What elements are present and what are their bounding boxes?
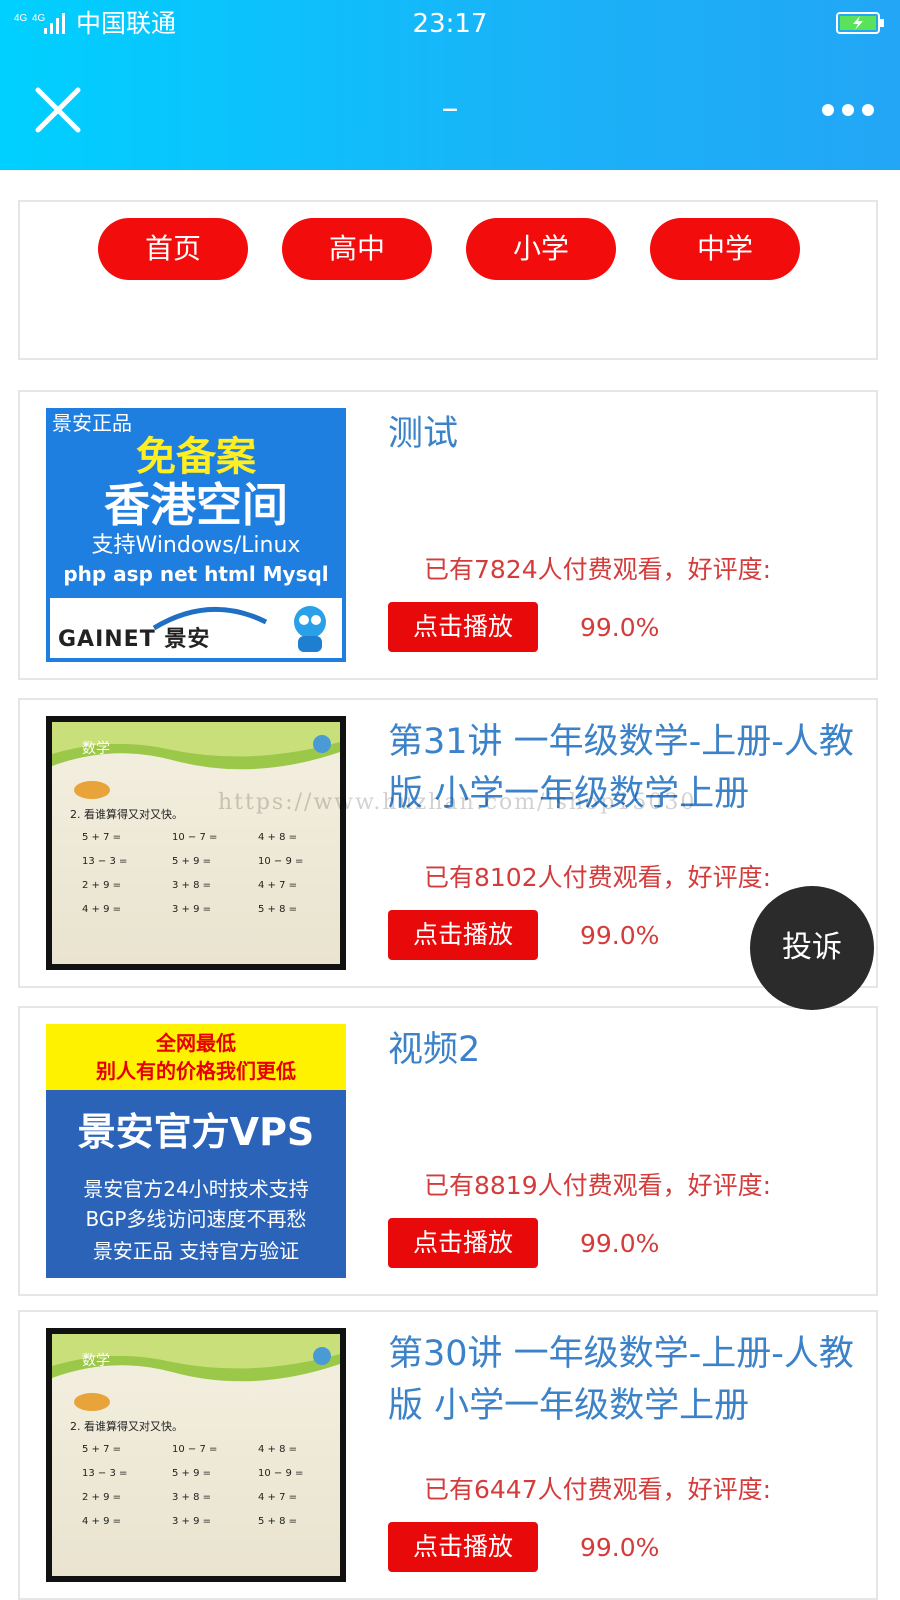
play-button[interactable]: 点击播放 [388,1218,538,1268]
worksheet-question: 2. 看谁算得又对又快。 [70,808,183,821]
rating-value: 99.0% [580,1533,660,1562]
ad-headline: 香港空间 [104,478,288,532]
rating-value: 99.0% [580,921,660,950]
category-primary-school-button[interactable]: 小学 [466,218,616,280]
ad-logo: GAINET 景安 [50,598,342,658]
video-thumbnail[interactable]: 数学 2. 看谁算得又对又快。 5 + 7 = 10 − 7 = 4 + 8 =… [46,716,346,970]
equation: 3 + 8 = [172,880,212,891]
rating-value: 99.0% [580,1229,660,1258]
video-card[interactable]: 数学 2. 看谁算得又对又快。 5 + 7 = 10 − 7 = 4 + 8 =… [18,1310,878,1600]
ad-text: 别人有的价格我们更低 [96,1059,296,1083]
equation: 3 + 8 = [172,1492,212,1503]
worksheet-subject: 数学 [82,1353,110,1369]
watermark: https://www.huzhan.com/ishop15030 [218,790,697,815]
ad-text: 景安正品 支持官方验证 [92,1239,300,1263]
mascot-icon [294,606,326,652]
video-card[interactable]: 景安正品 免备案 香港空间 支持Windows/Linux php asp ne… [18,390,878,680]
equation: 5 + 7 = [82,832,122,843]
ad-text: BGP多线访问速度不再愁 [85,1207,307,1231]
ad-headline: 景安官方VPS [77,1110,315,1154]
play-button[interactable]: 点击播放 [388,602,538,652]
worksheet-question: 2. 看谁算得又对又快。 [70,1420,183,1433]
top-header: 4G 4G 中国联通 23:17 – [0,0,900,170]
category-nav: 首页 高中 小学 中学 [18,200,878,360]
math-worksheet-image: 数学 2. 看谁算得又对又快。 5 + 7 = 10 − 7 = 4 + 8 =… [52,1334,340,1576]
equation: 4 + 8 = [258,832,298,843]
equation: 13 − 3 = [82,1468,128,1479]
clock: 23:17 [412,9,488,39]
ad-brand: 景安正品 [52,411,132,435]
play-button[interactable]: 点击播放 [388,910,538,960]
nav-bar: – [0,60,900,160]
video-card[interactable]: 全网最低 别人有的价格我们更低 景安官方VPS 景安官方24小时技术支持 BGP… [18,1006,878,1296]
complain-button[interactable]: 投诉 [750,886,874,1010]
video-thumbnail[interactable]: 景安正品 免备案 香港空间 支持Windows/Linux php asp ne… [46,408,346,662]
equation: 3 + 9 = [172,904,212,915]
video-card[interactable]: 数学 2. 看谁算得又对又快。 5 + 7 = 10 − 7 = 4 + 8 =… [18,698,878,988]
page-title: – [441,88,459,128]
video-stats: 已有8819人付费观看，好评度: [424,1171,772,1200]
play-button[interactable]: 点击播放 [388,1522,538,1572]
equation: 4 + 8 = [258,1444,298,1455]
ad-headline: 免备案 [136,434,256,480]
equation: 5 + 8 = [258,1516,298,1527]
equation: 10 − 9 = [258,1468,304,1479]
category-middle-school-button[interactable]: 中学 [650,218,800,280]
rating-value: 99.0% [580,613,660,642]
equation: 10 − 9 = [258,856,304,867]
video-stats: 已有6447人付费观看，好评度: [424,1475,772,1504]
status-bar: 4G 4G 中国联通 23:17 [0,0,900,50]
equation: 2 + 9 = [82,880,122,891]
video-stats: 已有7824人付费观看，好评度: [424,555,772,584]
equation: 10 − 7 = [172,1444,218,1455]
category-home-button[interactable]: 首页 [98,218,248,280]
equation: 13 − 3 = [82,856,128,867]
equation: 4 + 7 = [258,1492,298,1503]
more-icon[interactable] [820,96,876,124]
equation: 5 + 8 = [258,904,298,915]
ad-text: 支持Windows/Linux [91,533,301,558]
video-thumbnail[interactable]: 全网最低 别人有的价格我们更低 景安官方VPS 景安官方24小时技术支持 BGP… [46,1024,346,1278]
ad-text: php asp net html Mysql [63,562,329,586]
category-high-school-button[interactable]: 高中 [282,218,432,280]
video-title[interactable]: 视频2 [388,1024,868,1076]
math-worksheet-image: 数学 2. 看谁算得又对又快。 5 + 7 = 10 − 7 = 4 + 8 =… [52,722,340,964]
badge-icon [74,1393,110,1411]
video-title[interactable]: 第30讲 一年级数学-上册-人教版 小学一年级数学上册 [388,1328,868,1432]
equation: 4 + 9 = [82,1516,122,1527]
battery-charging-icon [836,12,884,34]
badge-icon [74,781,110,799]
ad-text: 景安官方24小时技术支持 [83,1177,309,1201]
ad-logo-text: GAINET 景安 [58,627,211,652]
video-title[interactable]: 测试 [388,408,868,460]
video-thumbnail[interactable]: 数学 2. 看谁算得又对又快。 5 + 7 = 10 − 7 = 4 + 8 =… [46,1328,346,1582]
ad-text: 全网最低 [156,1031,236,1055]
equation: 2 + 9 = [82,1492,122,1503]
equation: 4 + 7 = [258,880,298,891]
equation: 5 + 9 = [172,856,212,867]
worksheet-subject: 数学 [82,741,110,757]
equation: 10 − 7 = [172,832,218,843]
equation: 4 + 9 = [82,904,122,915]
equation: 5 + 7 = [82,1444,122,1455]
equation: 5 + 9 = [172,1468,212,1479]
equation: 3 + 9 = [172,1516,212,1527]
